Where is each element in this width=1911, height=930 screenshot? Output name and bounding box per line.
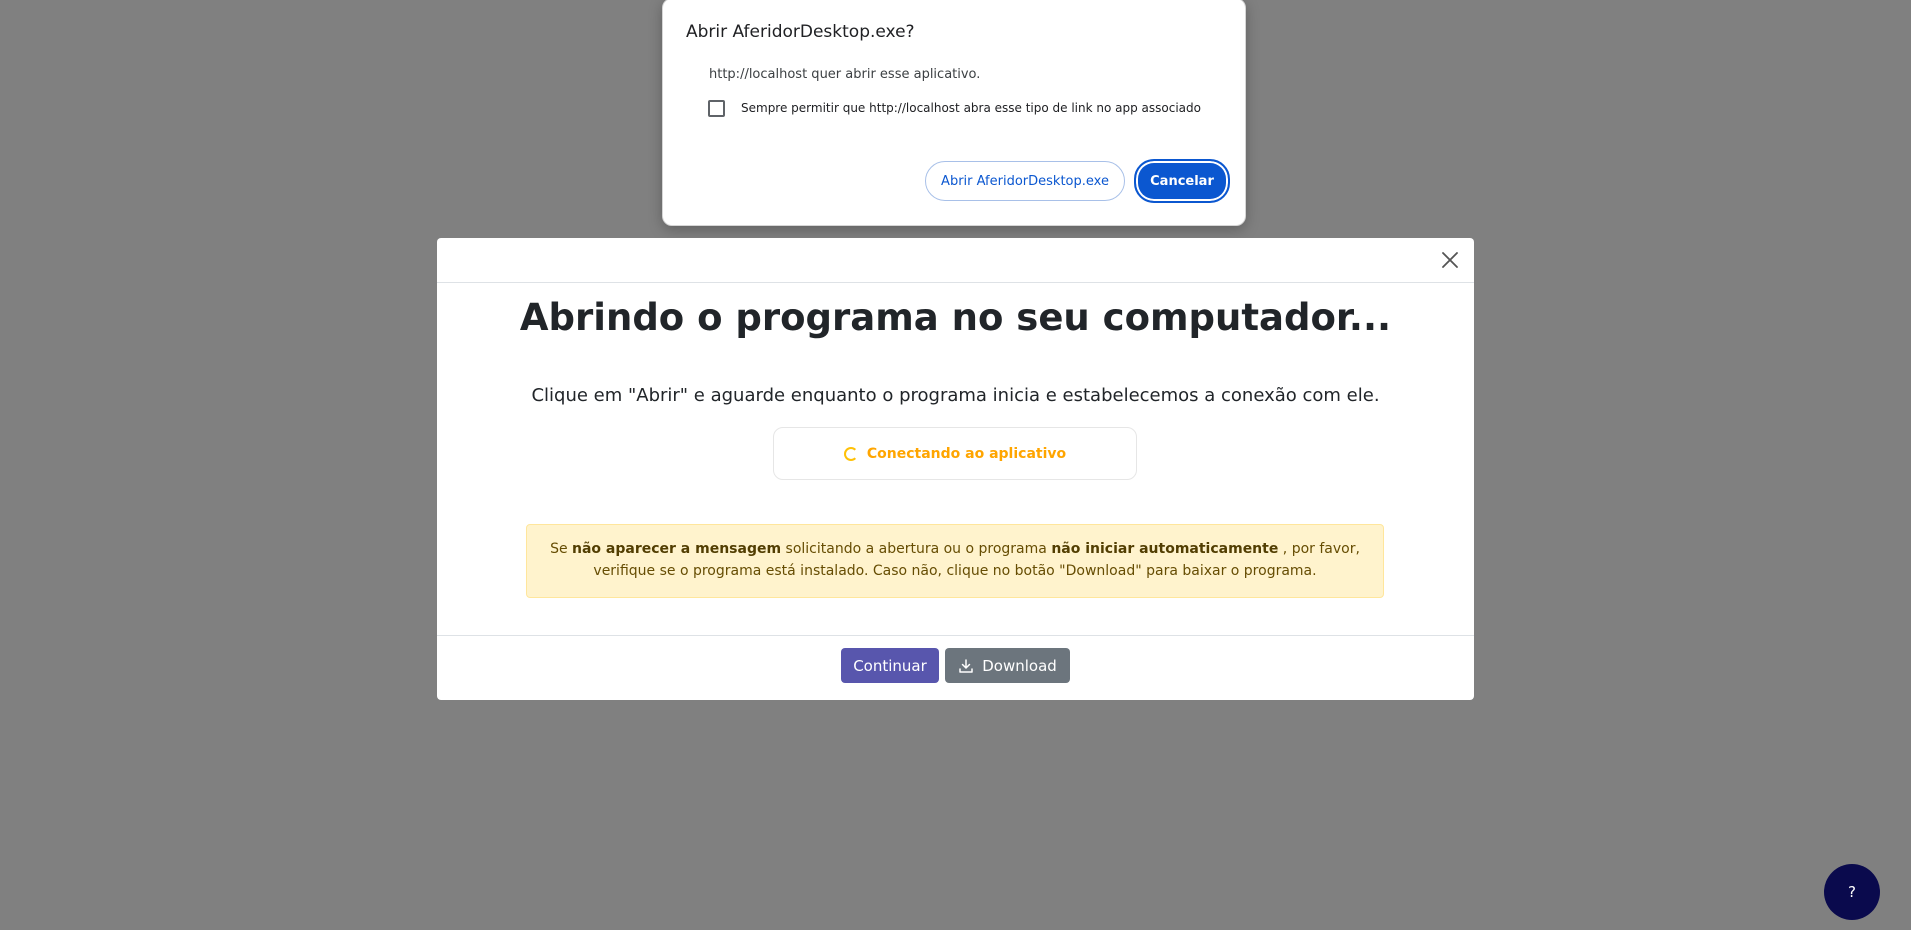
protocol-dialog-message: http://localhost quer abrir esse aplicat… [709, 67, 981, 82]
cancel-button[interactable]: Cancelar [1134, 159, 1230, 203]
open-app-button[interactable]: Abrir AferidorDesktop.exe [925, 161, 1125, 201]
close-button[interactable] [1438, 248, 1462, 272]
warning-bold-2: não iniciar automaticamente [1051, 541, 1279, 557]
always-allow-checkbox[interactable] [708, 100, 725, 117]
modal-footer: Continuar Download [437, 635, 1474, 701]
modal-subtitle: Clique em "Abrir" e aguarde enquanto o p… [531, 385, 1380, 406]
warning-text-1: Se [550, 541, 573, 557]
download-button-label: Download [982, 656, 1057, 675]
help-button[interactable]: ? [1824, 864, 1880, 920]
warning-text-2: solicitando a abertura ou o programa [781, 541, 1052, 557]
spinner-icon [843, 446, 858, 461]
modal-header [437, 238, 1474, 283]
connection-status-text: Conectando ao aplicativo [866, 445, 1067, 462]
opening-program-modal: Abrindo o programa no seu computador... … [437, 238, 1474, 700]
always-allow-label[interactable]: Sempre permitir que http://localhost abr… [741, 101, 1201, 115]
protocol-handler-dialog: Abrir AferidorDesktop.exe? http://localh… [662, 0, 1246, 226]
protocol-dialog-title: Abrir AferidorDesktop.exe? [686, 22, 915, 42]
download-button[interactable]: Download [945, 648, 1070, 683]
warning-bold-1: não aparecer a mensagem [572, 541, 782, 557]
continue-button[interactable]: Continuar [841, 648, 939, 683]
close-icon [1442, 252, 1458, 268]
download-icon [959, 658, 973, 673]
warning-alert: Se não aparecer a mensagem solicitando a… [526, 524, 1384, 598]
connection-status: Conectando ao aplicativo [773, 427, 1137, 480]
modal-title: Abrindo o programa no seu computador... [519, 296, 1392, 339]
